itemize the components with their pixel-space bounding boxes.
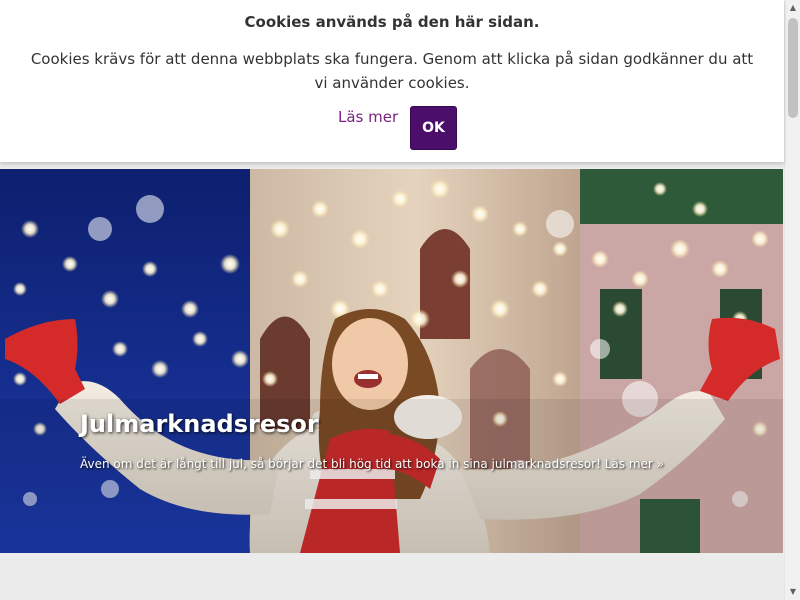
scroll-up-arrow-icon[interactable]: ▲ (785, 0, 800, 16)
hero-teaser-text: Även om det är långt till jul, så börjar… (80, 457, 601, 471)
scrollbar-thumb[interactable] (788, 18, 798, 118)
hero-banner[interactable]: Julmarknadsresor Även om det är långt ti… (0, 169, 783, 553)
hero-image (0, 169, 783, 553)
cookie-read-more-link[interactable]: Läs mer (338, 108, 398, 126)
hero-teaser: Även om det är långt till jul, så börjar… (80, 457, 664, 471)
cookie-banner-title: Cookies används på den här sidan. (244, 13, 540, 31)
cookie-banner-message: Cookies krävs för att denna webbplats sk… (30, 50, 754, 92)
hero-read-more-link[interactable]: Läs mer » (605, 457, 664, 471)
cookie-ok-button[interactable]: OK (410, 106, 457, 150)
scroll-down-arrow-icon[interactable]: ▼ (785, 584, 800, 600)
cookie-consent-banner: Cookies används på den här sidan. Cookie… (0, 0, 784, 162)
cookie-banner-actions: Läs mer OK (0, 106, 784, 150)
page: Julmarknadsresor Även om det är långt ti… (0, 0, 784, 600)
vertical-scrollbar[interactable]: ▲ ▼ (784, 0, 800, 600)
hero-title[interactable]: Julmarknadsresor (80, 410, 319, 438)
